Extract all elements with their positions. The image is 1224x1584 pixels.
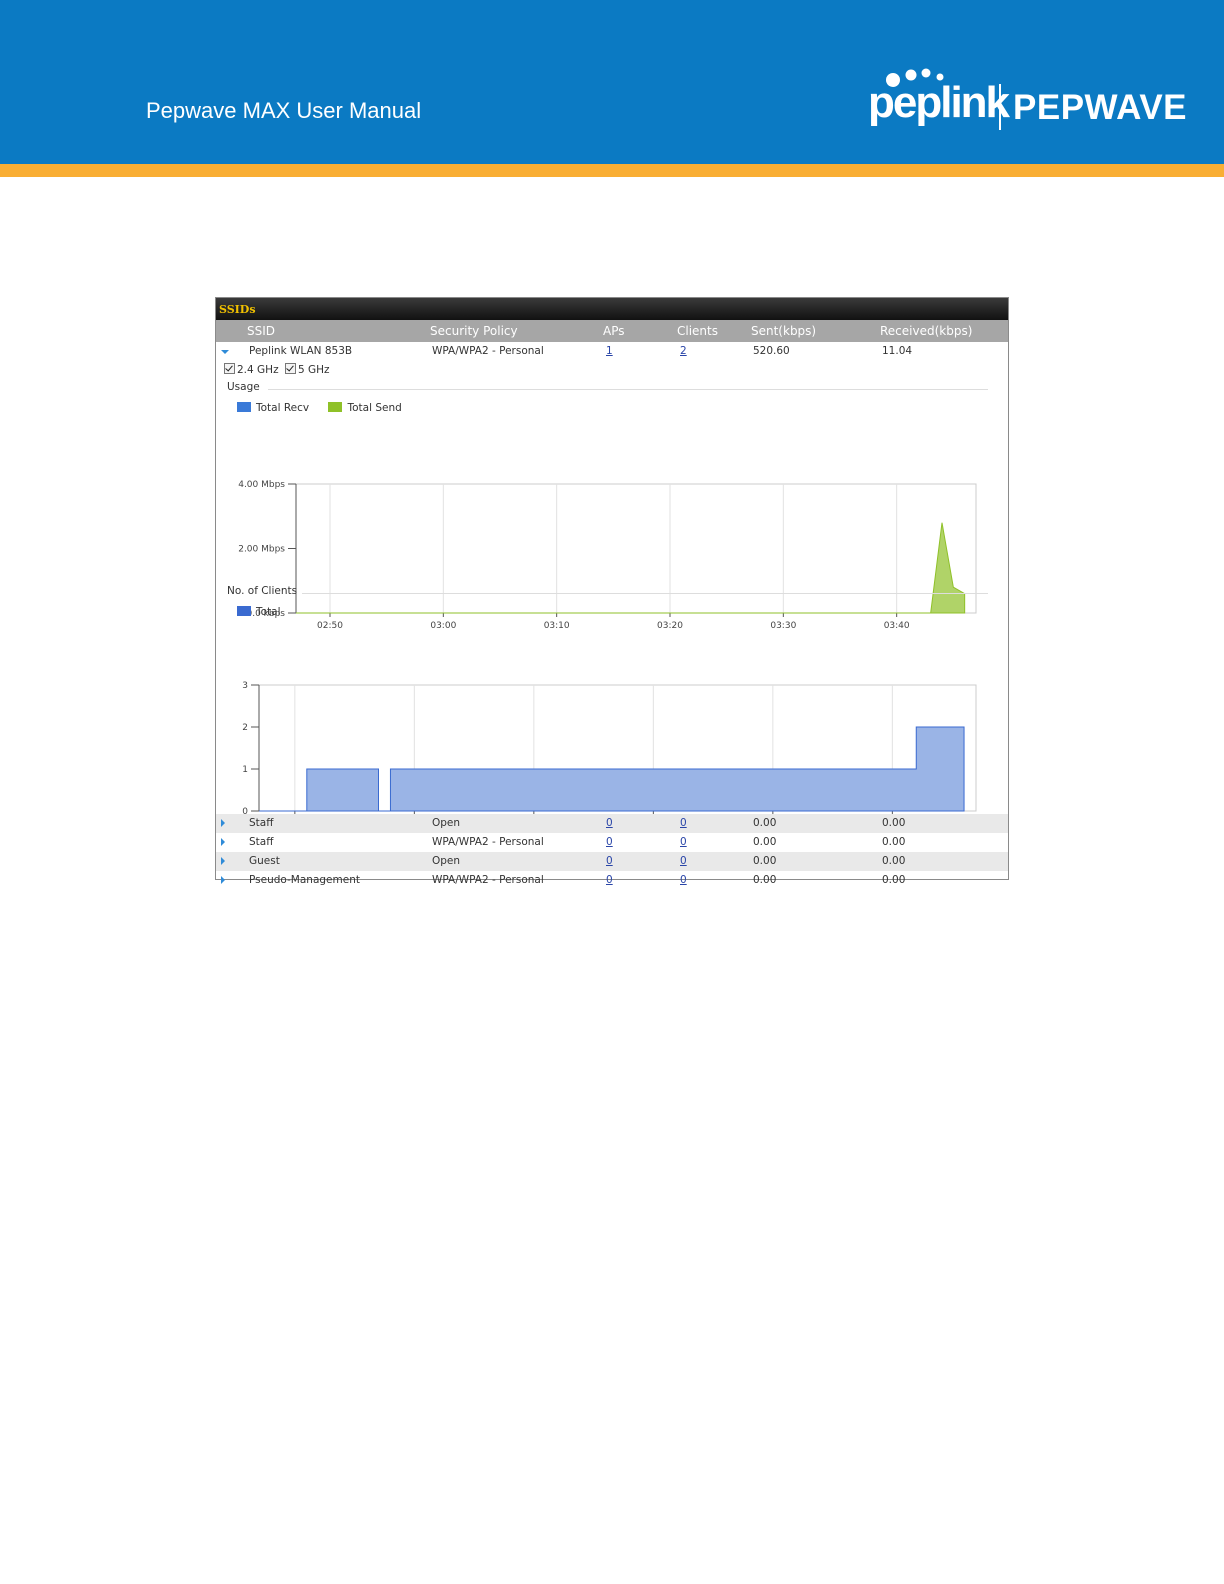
table-header: SSID Security Policy APs Clients Sent(kb… [216, 320, 1008, 342]
table-row-expanded[interactable]: Peplink WLAN 853B WPA/WPA2 - Personal 1 … [216, 342, 1008, 361]
security-policy: WPA/WPA2 - Personal [432, 836, 544, 848]
ssid-name: Guest [249, 855, 280, 867]
sent-value: 0.00 [753, 817, 777, 829]
logo-pepwave-wordmark: PEPWAVE [1013, 88, 1188, 127]
sent-value: 520.60 [753, 345, 790, 357]
band-5-label: 5 GHz [297, 364, 330, 376]
received-value: 0.00 [882, 874, 906, 886]
received-value: 0.00 [882, 836, 906, 848]
usage-chart: 02:50 03:00 03:10 03:20 03:30 03:400.0 kbps2.… [238, 480, 977, 631]
ssid-name: Pseudo-Management [249, 874, 360, 886]
table-row[interactable]: Staff Open 0 0 0.00 0.00 [216, 814, 1008, 833]
security-policy: Open [432, 817, 461, 829]
received-value: 0.00 [882, 817, 906, 829]
header-stripe [0, 164, 1224, 177]
aps-link[interactable]: 1 [606, 345, 613, 357]
clients-link[interactable]: 0 [680, 855, 687, 867]
usage-section-divider [268, 389, 988, 390]
expand-arrow-icon[interactable] [221, 838, 225, 846]
y-tick-label: 2 [242, 723, 248, 733]
logo-divider [999, 84, 1001, 130]
expand-arrow-icon[interactable] [221, 857, 225, 865]
clients-link[interactable]: 0 [680, 836, 687, 848]
collapse-arrow-icon[interactable] [221, 350, 229, 354]
document-header: Pepwave MAX User Manual peplink PEPWAVE [0, 0, 1224, 164]
aps-link[interactable]: 0 [606, 855, 613, 867]
security-policy: Open [432, 855, 461, 867]
table-row[interactable]: Staff WPA/WPA2 - Personal 0 0 0.00 0.00 [216, 833, 1008, 852]
table-row[interactable]: Guest Open 0 0 0.00 0.00 [216, 852, 1008, 871]
expanded-details: 2.4 GHz 5 GHz Usage Total Recv Total Sen… [216, 361, 1008, 829]
band-24-label: 2.4 GHz [237, 364, 279, 376]
aps-link[interactable]: 0 [606, 817, 613, 829]
col-sent: Sent(kbps) [751, 324, 817, 338]
y-tick-label: 1 [242, 765, 248, 775]
clients-link[interactable]: 0 [680, 817, 687, 829]
band-5-checkbox[interactable] [284, 363, 296, 374]
security-policy: WPA/WPA2 - Personal [432, 874, 544, 886]
col-clients: Clients [677, 324, 718, 338]
manual-title: Pepwave MAX User Manual [146, 98, 422, 123]
clients-section-divider [302, 593, 988, 594]
col-aps: APs [603, 324, 625, 338]
y-tick-label: 4.00 Mbps [238, 480, 285, 490]
logo-peplink-wordmark: peplink [868, 78, 1010, 127]
expand-arrow-icon[interactable] [221, 876, 225, 884]
aps-link[interactable]: 0 [606, 836, 613, 848]
col-security-policy: Security Policy [430, 324, 518, 338]
panel-title: SSIDs [216, 298, 1008, 320]
sent-value: 0.00 [753, 874, 777, 886]
security-policy: WPA/WPA2 - Personal [432, 345, 544, 357]
clients-link[interactable]: 0 [680, 874, 687, 886]
aps-link[interactable]: 0 [606, 874, 613, 886]
y-tick-label: 3 [242, 681, 248, 691]
received-value: 11.04 [882, 345, 913, 357]
col-received: Received(kbps) [880, 324, 973, 338]
sent-value: 0.00 [753, 855, 777, 867]
band-24-checkbox[interactable] [224, 363, 235, 374]
received-value: 0.00 [882, 855, 906, 867]
ssid-name: Staff [249, 817, 274, 829]
usage-section-label: Usage [227, 381, 260, 393]
clients-chart: 02:5003:0003:1003:2003:3003:400123 [242, 681, 977, 829]
table-row[interactable]: Pseudo-Management WPA/WPA2 - Personal 0 … [216, 871, 1008, 890]
ssid-name: Peplink WLAN 853B [249, 345, 353, 357]
clients-link[interactable]: 2 [680, 345, 687, 357]
ssids-panel: SSIDs SSID Security Policy APs Clients S… [215, 297, 1009, 886]
col-ssid: SSID [247, 324, 276, 338]
sent-value: 0.00 [753, 836, 777, 848]
clients-section-label: No. of Clients [227, 585, 298, 597]
peplink-pepwave-logo: peplink PEPWAVE [868, 62, 1188, 142]
ssid-name: Staff [249, 836, 274, 848]
expand-arrow-icon[interactable] [221, 819, 225, 827]
frequency-filter: 2.4 GHz 5 GHz [224, 363, 330, 376]
y-tick-label: 2.00 Mbps [238, 545, 285, 555]
